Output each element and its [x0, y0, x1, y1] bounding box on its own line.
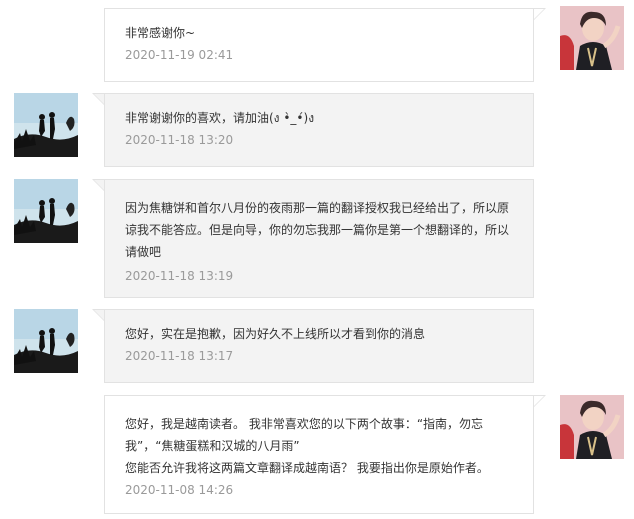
message-bubble: 您好，实在是抱歉，因为好久不上线所以才看到你的消息 2020-11-18 13:… — [104, 309, 534, 383]
message-time: 2020-11-18 13:20 — [125, 133, 234, 147]
user-photo-avatar-icon — [560, 6, 624, 70]
bubble-tail — [534, 395, 546, 407]
message-text-line: 您能否允许我将这两篇文章翻译成越南语？ 我要指出你是原始作者。 — [125, 461, 489, 475]
bubble-tail — [534, 8, 546, 20]
message-text: 非常感谢你~ — [125, 26, 196, 40]
message-text-line: 谅我不能答应。但是向导，你的勿忘我那一篇你是第一个想翻译的，所以 — [125, 223, 510, 237]
message-text-line: 您好，我是越南读者。 我非常喜欢您的以下两个故事：“指南，勿忘 — [125, 417, 484, 431]
message-bubble: 非常感谢你~ 2020-11-19 02:41 — [104, 8, 534, 82]
friend-avatar[interactable] — [14, 93, 78, 157]
silhouette-couple-icon — [14, 93, 78, 157]
user-avatar[interactable] — [560, 6, 624, 70]
user-avatar[interactable] — [560, 395, 624, 459]
message-text: 非常谢谢你的喜欢，请加油(ง •̀_•́)ง — [125, 111, 315, 125]
bubble-tail — [92, 179, 104, 191]
message-text: 您好，实在是抱歉，因为好久不上线所以才看到你的消息 — [125, 327, 426, 341]
silhouette-couple-icon — [14, 309, 78, 373]
friend-avatar[interactable] — [14, 309, 78, 373]
friend-avatar[interactable] — [14, 179, 78, 243]
silhouette-couple-icon — [14, 179, 78, 243]
message-time: 2020-11-18 13:17 — [125, 349, 234, 363]
message-bubble: 非常谢谢你的喜欢，请加油(ง •̀_•́)ง 2020-11-18 13:20 — [104, 93, 534, 167]
user-photo-avatar-icon — [560, 395, 624, 459]
message-time: 2020-11-19 02:41 — [125, 48, 234, 62]
message-bubble: 您好，我是越南读者。 我非常喜欢您的以下两个故事：“指南，勿忘 我”，“焦糖蛋糕… — [104, 395, 534, 514]
message-time: 2020-11-08 14:26 — [125, 483, 234, 497]
bubble-tail — [92, 309, 104, 321]
message-time: 2020-11-18 13:19 — [125, 269, 234, 283]
message-text-line: 请做吧 — [125, 245, 162, 259]
message-text-line: 因为焦糖饼和首尔八月份的夜雨那一篇的翻译授权我已经给出了，所以原 — [125, 201, 510, 215]
bubble-tail — [92, 93, 104, 105]
message-text-line: 我”，“焦糖蛋糕和汉城的八月雨” — [125, 439, 300, 453]
message-bubble: 因为焦糖饼和首尔八月份的夜雨那一篇的翻译授权我已经给出了，所以原 谅我不能答应。… — [104, 179, 534, 298]
